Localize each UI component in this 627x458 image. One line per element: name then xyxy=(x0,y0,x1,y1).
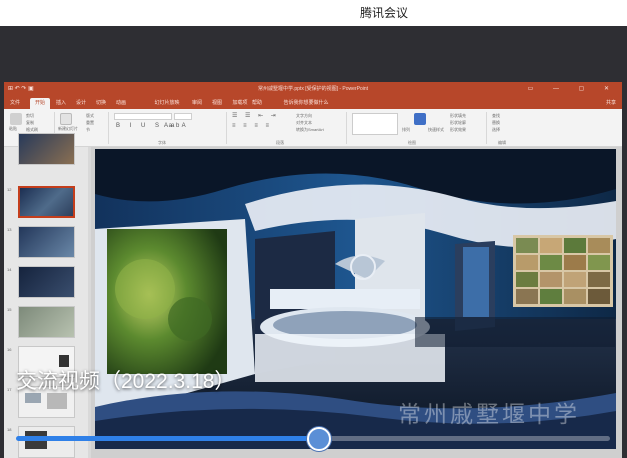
tab-design[interactable]: 设计 xyxy=(74,98,88,109)
paste-icon[interactable] xyxy=(10,113,22,125)
video-progress-fill xyxy=(16,436,319,441)
share-button[interactable]: 共享 xyxy=(606,98,616,109)
meeting-title-bar: 腾讯会议 xyxy=(0,0,627,26)
tab-animations[interactable]: 动画 xyxy=(114,98,128,109)
arrange-button[interactable]: 排列 xyxy=(402,127,410,133)
slide-thumbnail-selected[interactable] xyxy=(18,186,75,218)
paste-button[interactable]: 粘贴 xyxy=(9,126,17,132)
tab-home[interactable]: 开始 xyxy=(30,98,50,109)
replace-button[interactable]: 替换 xyxy=(492,120,500,126)
quick-styles-button[interactable]: 快速样式 xyxy=(428,127,444,133)
tab-transitions[interactable]: 切换 xyxy=(94,98,108,109)
meeting-title: 腾讯会议 xyxy=(359,6,408,20)
copy-button[interactable]: 复制 xyxy=(26,120,34,126)
tab-addins[interactable]: 加载项 xyxy=(230,98,250,109)
font-group-label: 字体 xyxy=(158,140,166,145)
tab-help[interactable]: 帮助 xyxy=(250,98,264,109)
section-button[interactable]: 节 xyxy=(86,127,90,133)
paragraph-group-label: 段落 xyxy=(276,140,284,145)
ribbon-divider xyxy=(486,112,487,144)
slide-thumbnail[interactable] xyxy=(18,426,75,458)
align-buttons[interactable]: ≡ ≡ ≡ ≡ xyxy=(232,123,272,129)
new-slide-button[interactable]: 新建幻灯片 xyxy=(58,126,78,132)
font-size-box[interactable] xyxy=(174,113,192,120)
shape-effects-button[interactable]: 形状效果 xyxy=(450,127,466,133)
tab-file[interactable]: 文件 xyxy=(8,98,22,109)
reset-button[interactable]: 重置 xyxy=(86,120,94,126)
quick-styles-icon[interactable] xyxy=(414,113,426,125)
slide-number: 12 xyxy=(7,187,12,192)
slide-number: 14 xyxy=(7,267,12,272)
shapes-gallery[interactable] xyxy=(352,113,398,135)
slide-thumbnail[interactable] xyxy=(18,306,75,338)
ribbon-divider xyxy=(346,112,347,144)
slide-thumbnail[interactable] xyxy=(18,133,75,165)
text-direction-button[interactable]: 文字方向 xyxy=(296,113,312,119)
ribbon-divider xyxy=(226,112,227,144)
slide-thumbnail[interactable] xyxy=(18,226,75,258)
align-text-button[interactable]: 对齐文本 xyxy=(296,120,312,126)
tab-view[interactable]: 视图 xyxy=(210,98,224,109)
tab-review[interactable]: 审阅 xyxy=(190,98,204,109)
layout-button[interactable]: 版式 xyxy=(86,113,94,119)
meeting-top-area xyxy=(0,26,627,82)
thumbnail-graphic xyxy=(59,355,69,367)
video-progress-handle[interactable] xyxy=(306,427,331,451)
ribbon: 粘贴 剪切 复制 格式刷 剪贴板 新建幻灯片 版式 重置 节 B I U S a… xyxy=(4,109,622,147)
cut-button[interactable]: 剪切 xyxy=(26,113,34,119)
shape-outline-button[interactable]: 形状轮廓 xyxy=(450,120,466,126)
ppt-window-controls[interactable]: ▭ — ▢ ✕ xyxy=(528,85,618,93)
video-title: 交流视频（2022.3.18） xyxy=(16,370,236,393)
list-buttons[interactable]: ☰ ☰ ⇤ ⇥ xyxy=(232,113,279,119)
slide-number: 17 xyxy=(7,387,12,392)
find-button[interactable]: 查找 xyxy=(492,113,500,119)
new-slide-icon[interactable] xyxy=(60,113,72,125)
smartart-button[interactable]: 转换为SmartArt xyxy=(296,127,324,133)
tab-insert[interactable]: 插入 xyxy=(54,98,68,109)
drawing-group-label: 绘图 xyxy=(408,140,416,145)
thumbnail-graphic xyxy=(47,393,67,409)
school-watermark: 常州戚墅堰中学 xyxy=(398,401,580,427)
font-name-box[interactable] xyxy=(114,113,172,120)
ribbon-divider xyxy=(108,112,109,144)
tab-slideshow[interactable]: 幻灯片放映 xyxy=(150,98,184,109)
select-button[interactable]: 选择 xyxy=(492,127,500,133)
slide-thumbnail-pane: 12 13 14 15 16 17 18 xyxy=(4,133,91,458)
slide-number: 18 xyxy=(7,427,12,432)
slide-number: 15 xyxy=(7,307,12,312)
ribbon-tabs: 文件 开始 插入 设计 切换 动画 幻灯片放映 审阅 视图 加载项 帮助 告诉我… xyxy=(4,97,622,109)
slide-number: 16 xyxy=(7,347,12,352)
tell-me-search[interactable]: 告诉我你想要做什么 xyxy=(276,98,336,109)
font-color-buttons[interactable]: Aa A xyxy=(164,123,189,129)
slide-number: 13 xyxy=(7,227,12,232)
slide-thumbnail[interactable] xyxy=(18,266,75,298)
shape-fill-button[interactable]: 形状填充 xyxy=(450,113,466,119)
editing-group-label: 编辑 xyxy=(498,140,506,145)
meeting-window: 腾讯会议 ⊞ ↶ ↷ ▣ 常州戚墅堰中学.pptx [受保护的视图] - Pow… xyxy=(0,0,627,458)
ppt-title-bar: ⊞ ↶ ↷ ▣ 常州戚墅堰中学.pptx [受保护的视图] - PowerPoi… xyxy=(4,82,622,97)
